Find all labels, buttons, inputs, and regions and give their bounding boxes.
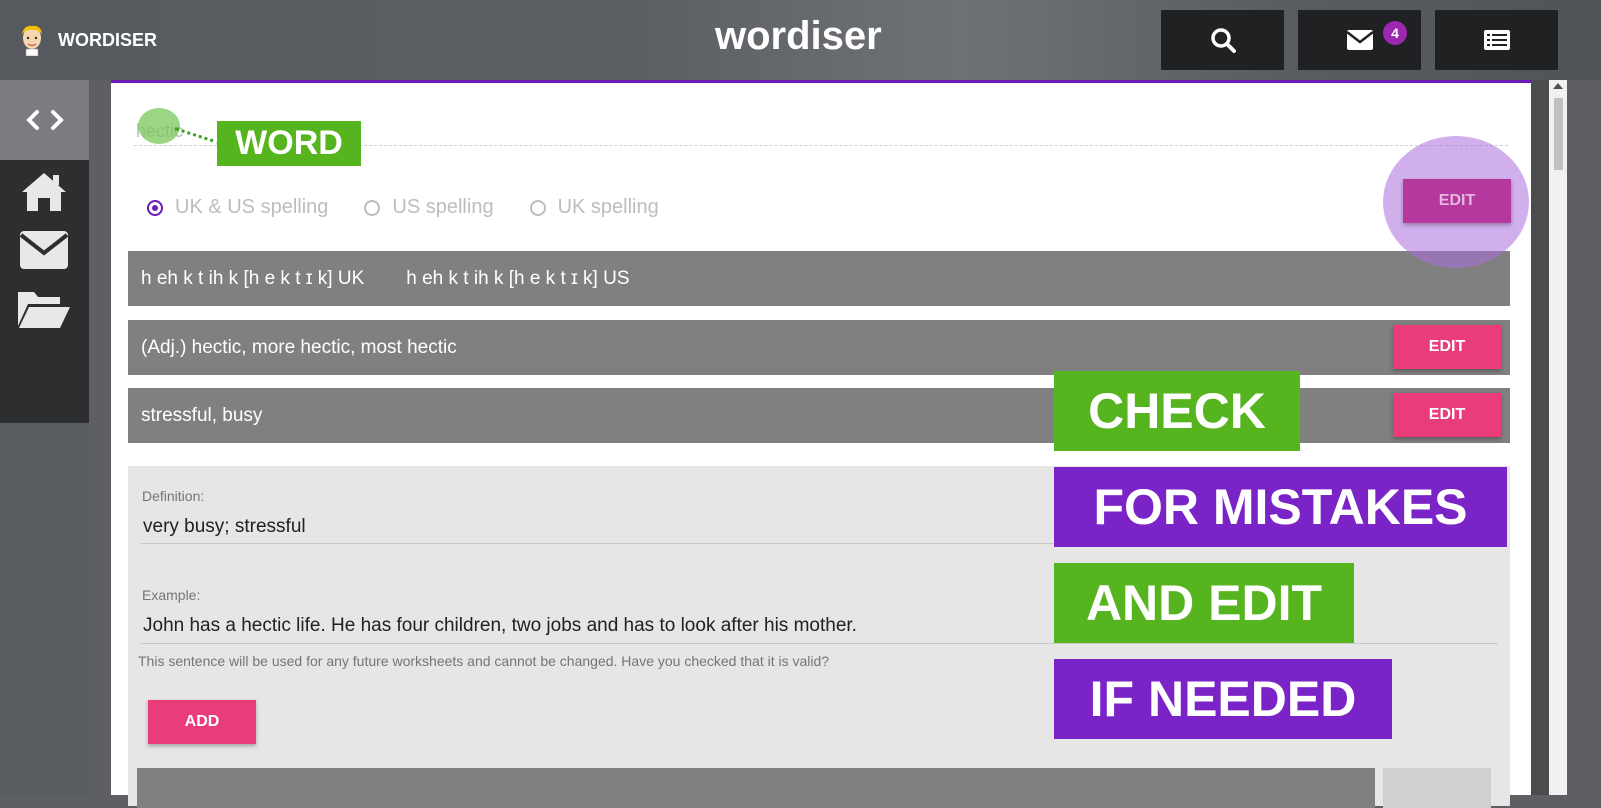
radio-label: UK spelling bbox=[557, 196, 659, 218]
radio-unchecked-icon bbox=[529, 199, 546, 216]
envelope-icon bbox=[1345, 30, 1374, 50]
wordiser-logo: wordiser bbox=[715, 14, 882, 58]
edit-synonyms-button[interactable]: EDIT bbox=[1393, 393, 1501, 437]
code-arrows-icon bbox=[25, 110, 64, 130]
check-annotation-tag: CHECK bbox=[1054, 371, 1300, 451]
scroll-thumb[interactable] bbox=[1554, 98, 1563, 170]
vertical-scrollbar[interactable] bbox=[1549, 80, 1567, 795]
pronunciation-uk: h eh k t ih k [h e k t ɪ k] UK bbox=[141, 267, 365, 289]
radio-label: UK & US spelling bbox=[175, 196, 329, 218]
menu-list-button[interactable] bbox=[1435, 10, 1558, 70]
folder-open-icon bbox=[18, 292, 70, 328]
next-entry-bar bbox=[137, 768, 1375, 808]
radio-checked-icon bbox=[147, 199, 163, 216]
radio-unchecked-icon bbox=[364, 199, 381, 216]
word-forms-bar: (Adj.) hectic, more hectic, most hectic bbox=[128, 320, 1510, 375]
word-editor-panel: WORD UK & US spelling US spelling UK spe… bbox=[111, 80, 1563, 808]
brand[interactable]: WORDISER bbox=[18, 24, 157, 56]
radio-uk-spelling[interactable]: UK spelling bbox=[529, 196, 659, 219]
definition-label: Definition: bbox=[142, 488, 205, 504]
envelope-icon bbox=[19, 231, 69, 269]
messages-badge: 4 bbox=[1383, 21, 1407, 45]
home-icon bbox=[22, 173, 66, 211]
sidebar-nav bbox=[0, 160, 89, 423]
and-edit-annotation-tag: AND EDIT bbox=[1054, 563, 1354, 643]
sidebar-item-home[interactable] bbox=[16, 167, 72, 217]
sidebar-toggle-button[interactable] bbox=[0, 80, 89, 160]
synonyms-text: stressful, busy bbox=[141, 404, 263, 426]
radio-label: US spelling bbox=[392, 196, 494, 218]
example-label: Example: bbox=[142, 587, 201, 603]
top-header: WORDISER wordiser 4 bbox=[0, 0, 1601, 80]
spelling-options: UK & US spelling US spelling UK spelling bbox=[147, 196, 659, 219]
edit-pronunciation-button[interactable]: EDIT bbox=[1403, 179, 1511, 223]
pronunciation-us: h eh k t ih k [h e k t ɪ k] US bbox=[406, 267, 630, 289]
sidebar bbox=[0, 80, 89, 795]
word-highlight-dot bbox=[138, 108, 180, 144]
pronunciation-bar: h eh k t ih k [h e k t ɪ k] UK h eh k t … bbox=[128, 251, 1510, 306]
example-underline bbox=[141, 643, 1498, 644]
search-button[interactable] bbox=[1161, 10, 1284, 70]
list-icon bbox=[1483, 30, 1510, 50]
messages-button[interactable]: 4 bbox=[1298, 10, 1421, 70]
example-hint: This sentence will be used for any futur… bbox=[138, 653, 830, 669]
scroll-up-icon[interactable] bbox=[1553, 83, 1563, 89]
page-background-strip bbox=[1531, 80, 1549, 795]
avatar-icon bbox=[22, 25, 42, 56]
definition-field[interactable]: very busy; stressful bbox=[143, 516, 306, 538]
sidebar-item-folders[interactable] bbox=[16, 284, 72, 334]
brand-name: WORDISER bbox=[58, 29, 157, 50]
sidebar-item-messages[interactable] bbox=[16, 225, 72, 275]
for-mistakes-annotation-tag: FOR MISTAKES bbox=[1054, 467, 1507, 547]
edit-forms-button[interactable]: EDIT bbox=[1393, 325, 1501, 369]
radio-uk-us-spelling[interactable]: UK & US spelling bbox=[147, 196, 328, 219]
word-annotation-tag: WORD bbox=[217, 121, 361, 166]
synonyms-bar: stressful, busy bbox=[128, 388, 1510, 443]
search-icon bbox=[1210, 28, 1236, 53]
word-forms-text: (Adj.) hectic, more hectic, most hectic bbox=[141, 336, 457, 358]
next-entry-button[interactable] bbox=[1383, 768, 1491, 808]
add-button[interactable]: ADD bbox=[148, 700, 256, 744]
if-needed-annotation-tag: IF NEEDED bbox=[1054, 659, 1392, 739]
radio-us-spelling[interactable]: US spelling bbox=[364, 196, 494, 219]
example-field[interactable]: John has a hectic life. He has four chil… bbox=[143, 615, 857, 637]
